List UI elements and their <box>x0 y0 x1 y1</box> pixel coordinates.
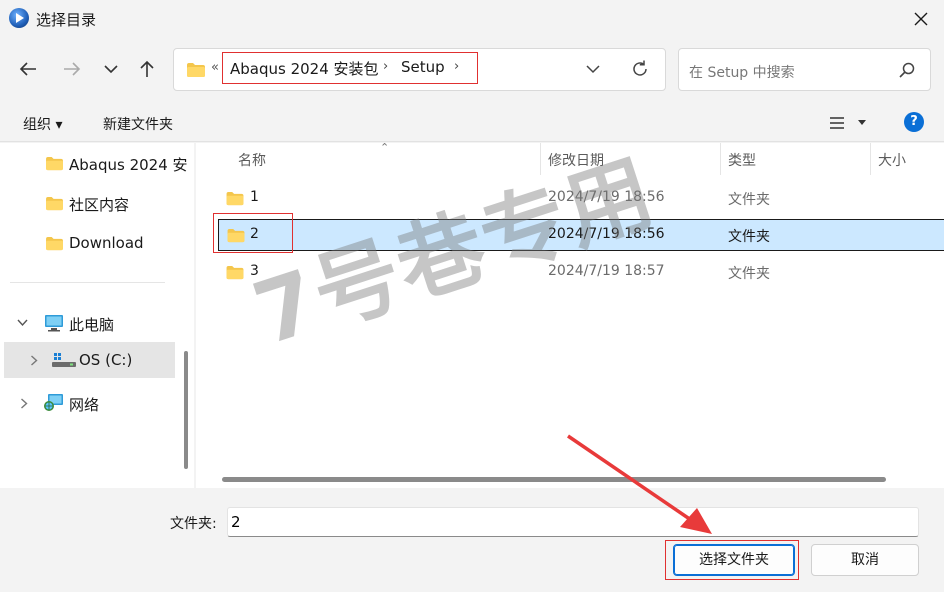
folder-icon <box>46 156 63 171</box>
arrow-right-icon <box>64 62 81 76</box>
organize-menu[interactable]: 组织 ▾ <box>23 114 62 134</box>
breadcrumb-abaqus[interactable]: Abaqus 2024 安装包 <box>230 58 379 79</box>
arrow-up-icon <box>140 60 154 77</box>
sidebar-divider <box>10 282 165 283</box>
sort-ascending-icon: ⌃ <box>380 141 390 154</box>
sidebar-item-os-c[interactable]: OS (C:) <box>4 342 175 378</box>
app-icon <box>9 8 29 28</box>
new-folder-button[interactable]: 新建文件夹 <box>103 114 173 134</box>
folder-icon <box>187 63 205 77</box>
refresh-icon[interactable] <box>630 59 650 79</box>
title-bar: 选择目录 <box>0 0 944 38</box>
breadcrumb-separator[interactable]: › <box>383 59 388 74</box>
window-title: 选择目录 <box>36 11 97 29</box>
command-bar: 组织 ▾ 新建文件夹 ? <box>0 102 944 142</box>
sidebar-item-label: Abaqus 2024 安 <box>69 156 188 174</box>
back-button[interactable] <box>13 54 43 84</box>
file-type: 文件夹 <box>728 192 770 208</box>
search-placeholder[interactable]: 在 Setup 中搜索 <box>689 62 795 82</box>
recent-locations-button[interactable] <box>96 54 126 84</box>
navigation-bar: « Abaqus 2024 安装包 › Setup › 在 Setup 中搜索 <box>0 38 944 102</box>
computer-icon <box>45 315 63 332</box>
breadcrumb-separator[interactable]: › <box>454 59 459 74</box>
folder-label: 文件夹: <box>170 516 217 532</box>
sidebar-item-this-pc[interactable]: 此电脑 <box>0 305 178 341</box>
column-header-type[interactable]: 类型 <box>728 150 756 170</box>
folder-icon <box>46 236 63 251</box>
sidebar-item-download[interactable]: Download <box>0 225 178 261</box>
search-box[interactable]: 在 Setup 中搜索 <box>678 48 931 91</box>
chevron-right-icon[interactable] <box>20 398 28 409</box>
sidebar-scrollbar[interactable] <box>184 351 188 469</box>
annotation-arrow-icon <box>567 434 712 534</box>
view-options-chevron-icon[interactable] <box>857 119 867 127</box>
sidebar-item-label: OS (C:) <box>79 351 133 369</box>
sidebar-item-label: 社区内容 <box>69 196 130 214</box>
view-list-icon[interactable] <box>829 116 845 130</box>
chevron-right-icon[interactable] <box>30 355 38 366</box>
column-divider[interactable] <box>870 143 871 175</box>
up-button[interactable] <box>132 54 162 84</box>
folder-icon <box>226 191 244 206</box>
overflow-chevron[interactable]: « <box>211 60 219 75</box>
navigation-pane: Abaqus 2024 安 社区内容 Download 此电脑 OS (C:) … <box>0 143 194 488</box>
horizontal-scrollbar[interactable] <box>222 477 886 482</box>
sidebar-item-network[interactable]: 网络 <box>0 385 178 421</box>
forward-button[interactable] <box>57 54 87 84</box>
sidebar-item-abaqus[interactable]: Abaqus 2024 安 <box>0 145 188 181</box>
address-bar[interactable]: « Abaqus 2024 安装包 › Setup › <box>173 48 666 91</box>
select-folder-button[interactable]: 选择文件夹 <box>673 544 795 576</box>
file-type: 文件夹 <box>728 229 770 245</box>
file-type: 文件夹 <box>728 266 770 282</box>
address-dropdown-icon[interactable] <box>585 61 601 77</box>
column-header-name[interactable]: 名称 <box>238 150 266 170</box>
close-button[interactable] <box>908 6 934 32</box>
close-icon <box>914 12 928 26</box>
chevron-down-icon[interactable] <box>17 319 28 327</box>
sidebar-item-community[interactable]: 社区内容 <box>0 185 178 221</box>
column-divider[interactable] <box>720 143 721 175</box>
drive-icon <box>52 353 76 367</box>
help-icon[interactable]: ? <box>904 112 924 132</box>
chevron-down-icon <box>104 65 118 74</box>
sidebar-item-label: 此电脑 <box>69 316 115 334</box>
folder-icon <box>46 196 63 211</box>
network-icon <box>44 394 63 411</box>
dialog-footer: 文件夹: 选择文件夹 取消 <box>0 488 944 592</box>
search-icon[interactable] <box>898 61 916 79</box>
sidebar-item-label: Download <box>69 234 144 252</box>
sidebar-item-label: 网络 <box>69 396 100 414</box>
arrow-left-icon <box>19 62 36 76</box>
cancel-button[interactable]: 取消 <box>811 544 919 576</box>
column-header-size[interactable]: 大小 <box>878 150 906 170</box>
breadcrumb-setup[interactable]: Setup <box>401 58 445 76</box>
file-name: 1 <box>250 189 259 205</box>
